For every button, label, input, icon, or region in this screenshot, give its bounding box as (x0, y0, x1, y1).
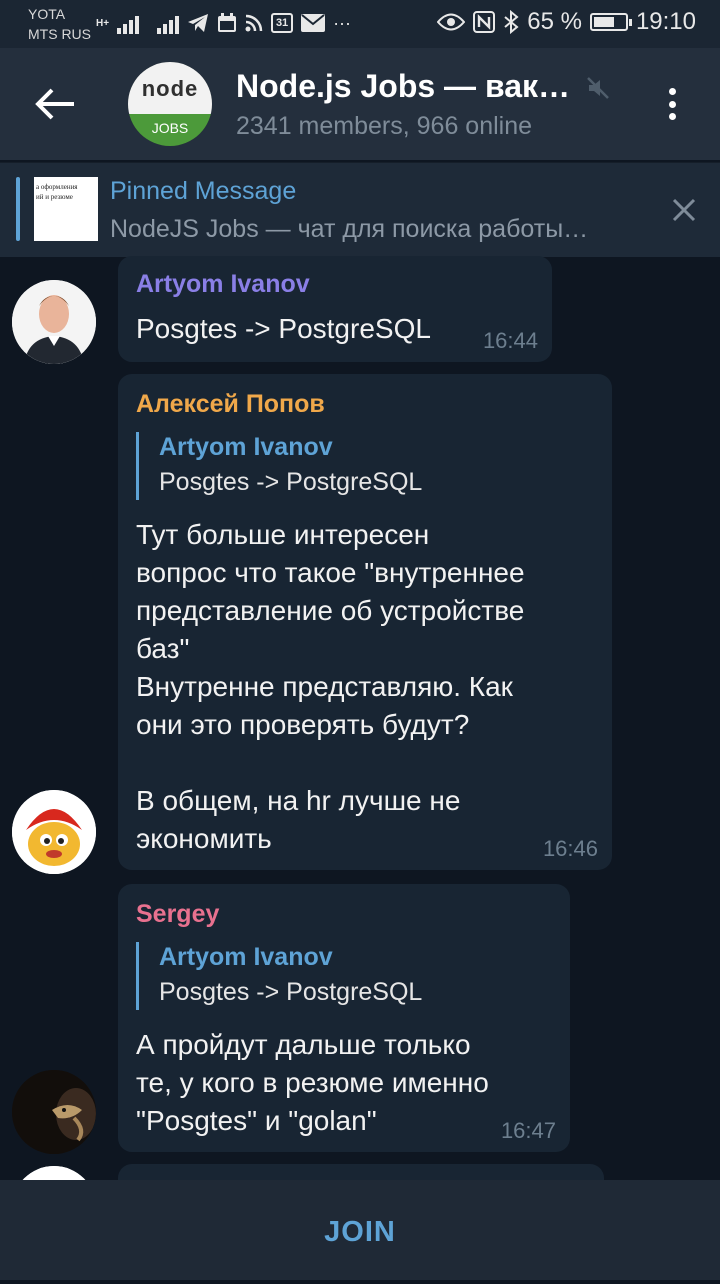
message-time: 16:47 (500, 1118, 556, 1143)
avatar[interactable] (12, 790, 96, 874)
message-bubble[interactable]: Алексей Попов Artyom Ivanov Posgtes -> P… (118, 374, 612, 870)
battery-level (593, 17, 614, 27)
signal-icon (157, 12, 180, 34)
join-button[interactable]: JOIN (0, 1180, 720, 1280)
message-time: 16:44 (482, 328, 538, 353)
signal-icon (117, 12, 140, 34)
pinned-thumb-line: ий и резюме (36, 193, 73, 201)
pinned-title: Pinned Message (110, 177, 297, 205)
avatar[interactable] (12, 1070, 96, 1154)
bluetooth-icon (504, 10, 519, 34)
pinned-message[interactable]: а оформления ий и резюме Pinned Message … (0, 162, 720, 257)
mail-icon (301, 14, 326, 32)
reply-sender: Artyom Ivanov (159, 433, 333, 461)
message-bubble[interactable] (118, 1164, 604, 1180)
battery-icon (589, 13, 632, 31)
reply-quote[interactable]: Artyom Ivanov Posgtes -> PostgreSQL (136, 942, 422, 1010)
message-sender[interactable]: Sergey (136, 900, 219, 929)
message-bubble[interactable]: Sergey Artyom Ivanov Posgtes -> PostgreS… (118, 884, 570, 1152)
battery-percent: 65 % (527, 8, 582, 35)
chat-title[interactable]: Node.js Jobs — вак… (236, 68, 570, 105)
rss-icon (245, 14, 263, 32)
clock: 19:10 (635, 8, 696, 35)
more-notifications-icon: ··· (333, 12, 352, 33)
status-bar: YOTA MTS RUS H+ 31 ··· 65 % 19:10 (0, 0, 720, 48)
avatar[interactable] (12, 1166, 96, 1180)
eye-icon (437, 13, 466, 31)
message-sender[interactable]: Artyom Ivanov (136, 270, 310, 299)
notification-icons: H+ 31 ··· (96, 12, 351, 34)
calendar-day-icon: 31 (271, 13, 294, 33)
net-type-label: H+ (96, 17, 110, 29)
lizard-photo-icon (12, 1070, 96, 1154)
cartoon-character-icon (12, 1166, 96, 1180)
message-sender[interactable]: Алексей Попов (136, 390, 325, 419)
cartoon-character-icon (12, 790, 96, 874)
mute-icon (587, 77, 609, 99)
message-text: Тут больше интересен вопрос что такое "в… (136, 519, 525, 854)
user-photo-icon (12, 280, 96, 364)
chat-avatar[interactable]: node JOBS (128, 62, 212, 146)
back-arrow-icon[interactable] (30, 84, 82, 124)
avatar-badge: JOBS (151, 120, 189, 136)
system-icons: 65 % 19:10 (437, 8, 696, 36)
chat-header: node JOBS Node.js Jobs — вак… 2341 membe… (0, 48, 720, 160)
pinned-thumb-line: а оформления (36, 183, 78, 191)
message-list[interactable]: Artyom Ivanov Posgtes -> PostgreSQL 16:4… (0, 256, 720, 1180)
reply-text: Posgtes -> PostgreSQL (159, 978, 423, 1006)
pinned-accent-bar (16, 177, 20, 241)
carrier-top: YOTA (28, 6, 66, 22)
message-text: Posgtes -> PostgreSQL (136, 313, 431, 344)
close-pinned-icon[interactable] (668, 194, 700, 226)
avatar-logo: node (141, 76, 199, 101)
message-time: 16:46 (542, 836, 598, 861)
carrier-bottom: MTS RUS (28, 26, 91, 42)
carrier-info: YOTA MTS RUS (28, 4, 91, 44)
pinned-thumbnail: а оформления ий и резюме (34, 177, 98, 241)
reply-text: Posgtes -> PostgreSQL (159, 468, 423, 496)
join-bar: JOIN (0, 1180, 720, 1280)
nfc-icon (473, 11, 496, 33)
pinned-text: NodeJS Jobs — чат для поиска работы… (110, 215, 589, 243)
reply-quote[interactable]: Artyom Ivanov Posgtes -> PostgreSQL (136, 432, 422, 500)
reply-sender: Artyom Ivanov (159, 943, 333, 971)
chat-subtitle: 2341 members, 966 online (236, 112, 533, 140)
calendar-icon (218, 13, 237, 32)
avatar[interactable] (12, 280, 96, 364)
more-options-icon[interactable] (656, 84, 688, 124)
telegram-icon (188, 14, 209, 32)
message-bubble[interactable]: Artyom Ivanov Posgtes -> PostgreSQL 16:4… (118, 256, 552, 362)
